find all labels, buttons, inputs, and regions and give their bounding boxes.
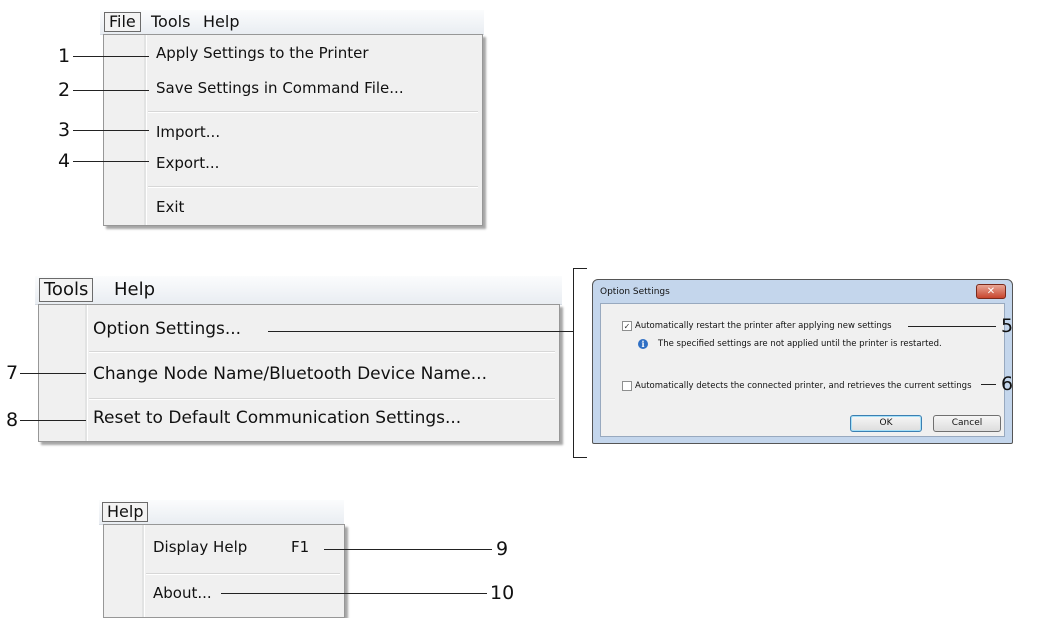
menu-separator	[146, 573, 340, 575]
callout-line	[73, 161, 149, 162]
ok-button[interactable]: OK	[850, 415, 922, 432]
shortcut-label: F1	[291, 538, 310, 556]
bracket-line	[573, 268, 574, 458]
cancel-button[interactable]: Cancel	[933, 415, 1001, 432]
callout-line	[908, 326, 996, 327]
menu-separator	[89, 351, 555, 353]
close-icon: ✕	[986, 286, 996, 297]
auto-restart-checkbox[interactable]: ✓	[622, 321, 632, 331]
dialog-body: ✓ Automatically restart the printer afte…	[600, 303, 1005, 437]
menu-item-apply-settings[interactable]: Apply Settings to the Printer	[104, 44, 482, 66]
auto-restart-label: Automatically restart the printer after …	[635, 321, 892, 331]
menu-tools[interactable]: Tools	[146, 12, 195, 32]
menu-item-exit[interactable]: Exit	[104, 198, 482, 220]
menu-item-import[interactable]: Import...	[104, 123, 482, 145]
menu-item-reset-communication[interactable]: Reset to Default Communication Settings.…	[39, 408, 559, 432]
menu-item-save-settings[interactable]: Save Settings in Command File...	[104, 79, 482, 101]
menu-item-change-node-name[interactable]: Change Node Name/Bluetooth Device Name..…	[39, 364, 559, 388]
callout-line	[73, 130, 149, 131]
callout-number: 7	[6, 362, 19, 384]
menu-item-label: Apply Settings to the Printer	[156, 44, 369, 62]
menu-item-label: Change Node Name/Bluetooth Device Name..…	[93, 364, 487, 384]
menu-item-label: About...	[153, 584, 212, 602]
tools-dropdown: Option Settings... Change Node Name/Blue…	[38, 304, 560, 442]
bracket-line	[573, 268, 587, 269]
menu-item-label: Import...	[156, 123, 221, 141]
menu-item-label: Option Settings...	[93, 319, 242, 339]
menu-help[interactable]: Help	[198, 12, 244, 32]
menu-item-label: Reset to Default Communication Settings.…	[93, 408, 462, 428]
menu-item-label: Save Settings in Command File...	[156, 79, 404, 97]
info-icon: i	[638, 339, 648, 349]
tools-menu-bar: Tools Help	[35, 276, 562, 305]
callout-number: 6	[1001, 373, 1014, 395]
menu-tools[interactable]: Tools	[39, 278, 94, 302]
menu-item-about[interactable]: About...	[104, 584, 344, 606]
callout-line	[268, 331, 573, 332]
menu-item-label: Display Help	[153, 538, 248, 556]
callout-line	[73, 90, 149, 91]
callout-number: 10	[490, 582, 515, 604]
callout-number: 5	[1001, 315, 1014, 337]
callout-line	[20, 420, 86, 421]
menu-item-display-help[interactable]: Display Help F1	[104, 538, 344, 560]
callout-number: 2	[58, 79, 71, 101]
auto-detect-checkbox[interactable]	[622, 381, 632, 391]
option-settings-dialog: Option Settings ✕ ✓ Automatically restar…	[592, 279, 1013, 444]
callout-line	[20, 373, 86, 374]
callout-line	[324, 549, 492, 550]
callout-line	[221, 593, 487, 594]
callout-number: 3	[58, 119, 71, 141]
menu-file[interactable]: File	[104, 12, 141, 32]
auto-detect-label: Automatically detects the connected prin…	[635, 381, 972, 391]
callout-number: 4	[58, 150, 71, 172]
callout-number: 8	[6, 409, 19, 431]
menu-help[interactable]: Help	[109, 278, 160, 302]
menu-item-label: Exit	[156, 198, 185, 216]
callout-line	[981, 384, 996, 385]
close-button[interactable]: ✕	[976, 284, 1006, 299]
menu-separator	[89, 398, 555, 400]
file-menu-bar: File Tools Help	[100, 10, 484, 35]
menu-help[interactable]: Help	[102, 502, 149, 522]
menu-separator	[148, 186, 478, 188]
callout-line	[73, 56, 149, 57]
dialog-title: Option Settings	[600, 287, 670, 297]
file-dropdown: Apply Settings to the Printer Save Setti…	[103, 34, 483, 226]
menu-item-label: Export...	[156, 154, 220, 172]
menu-separator	[148, 111, 478, 113]
callout-number: 1	[58, 45, 71, 67]
help-menu-bar: Help	[99, 500, 344, 525]
callout-number: 9	[496, 538, 509, 560]
checkmark-icon: ✓	[623, 322, 631, 331]
help-dropdown: Display Help F1 About...	[103, 524, 345, 618]
menu-item-export[interactable]: Export...	[104, 154, 482, 176]
info-text: The specified settings are not applied u…	[658, 339, 942, 349]
bracket-line	[573, 457, 587, 458]
